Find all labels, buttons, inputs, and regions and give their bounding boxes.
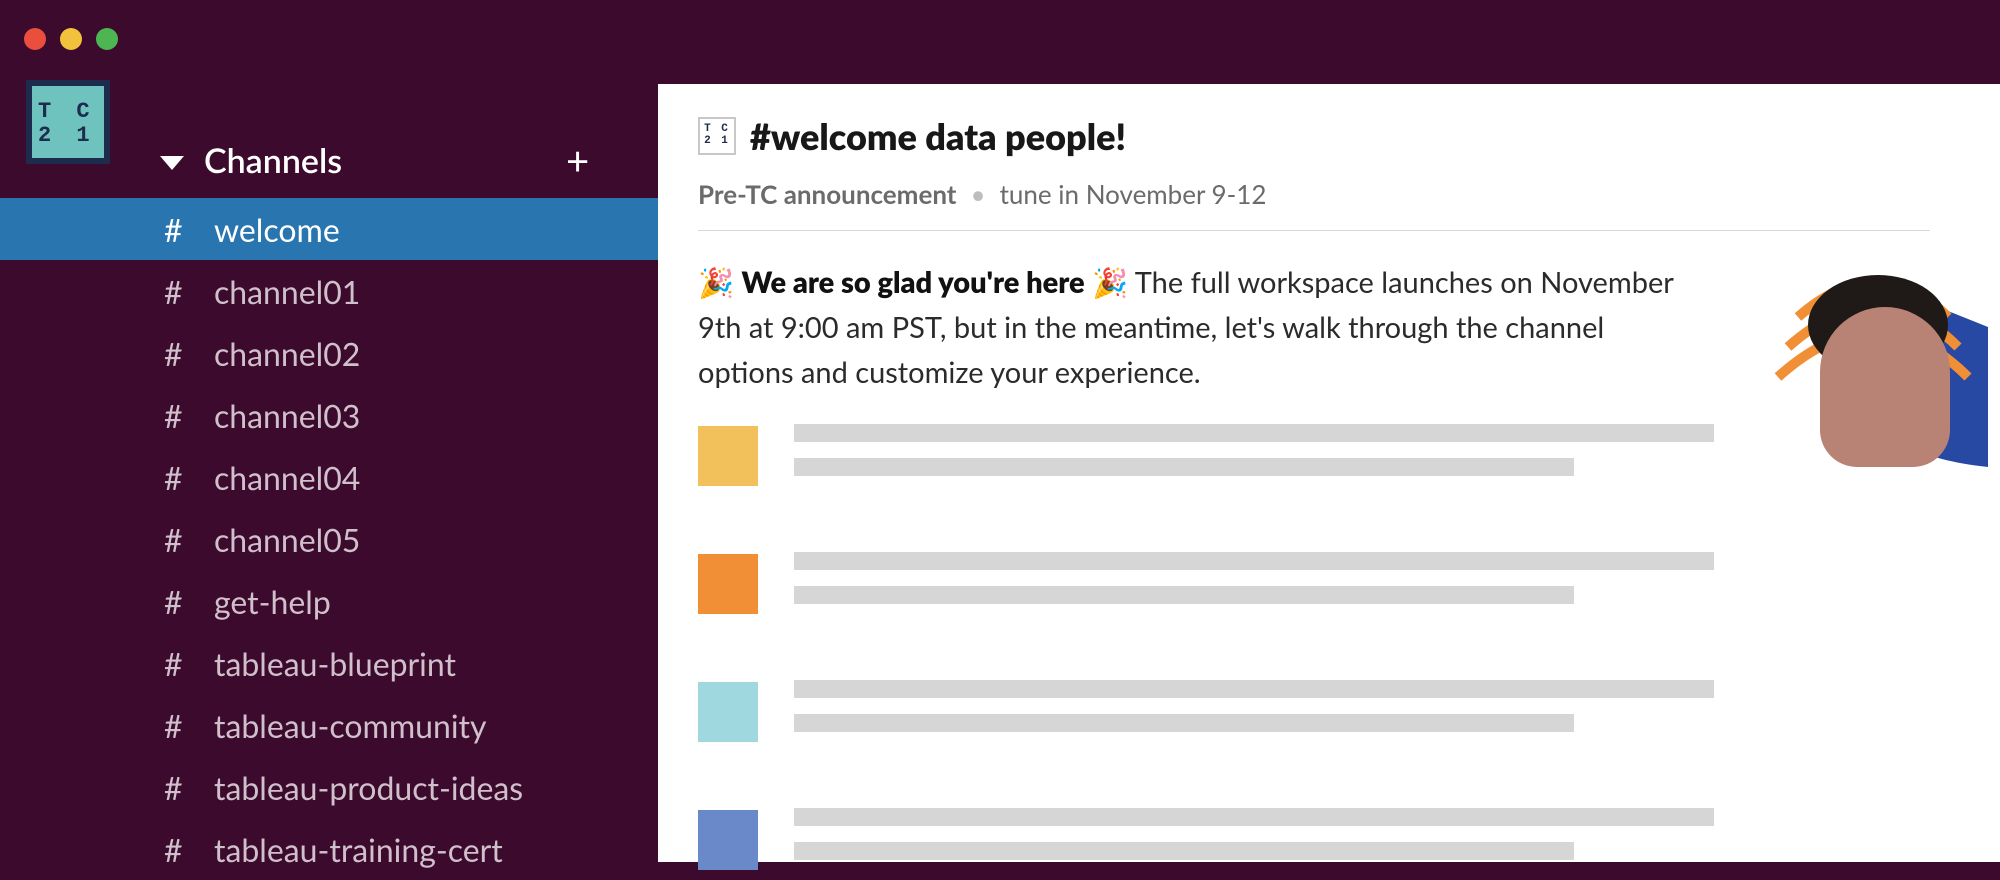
placeholder-bar <box>794 808 1714 826</box>
content-placeholder-row <box>698 680 1930 748</box>
hash-icon: # <box>164 768 214 807</box>
hash-icon: # <box>164 706 214 745</box>
channel-list: # welcome # channel01 # channel02 # chan… <box>0 198 658 880</box>
welcome-message-block: 🎉 We are so glad you're here 🎉 The full … <box>698 261 1930 876</box>
channel-title[interactable]: #welcome data people! <box>750 114 1126 158</box>
hash-icon: # <box>164 830 214 869</box>
channel-item-tableau-community[interactable]: # tableau-community <box>0 694 658 756</box>
hash-icon: # <box>164 272 214 311</box>
chevron-down-icon <box>160 156 184 170</box>
channel-label: tableau-blueprint <box>214 644 456 683</box>
channel-item-get-help[interactable]: # get-help <box>0 570 658 632</box>
main-content: T C 2 1 #welcome data people! Pre-TC ann… <box>658 84 2000 862</box>
channel-label: channel01 <box>214 272 360 311</box>
channels-section-header[interactable]: Channels <box>160 140 342 181</box>
hash-icon: # <box>164 396 214 435</box>
channel-topic[interactable]: Pre-TC announcement • tune in November 9… <box>698 178 1930 231</box>
channel-item-channel02[interactable]: # channel02 <box>0 322 658 384</box>
placeholder-bar <box>794 714 1574 732</box>
placeholder-bar <box>794 586 1574 604</box>
hash-icon: # <box>164 644 214 683</box>
content-placeholder-row <box>698 808 1930 876</box>
channel-header: T C 2 1 #welcome data people! <box>698 114 1944 158</box>
topic-secondary: tune in November 9-12 <box>1000 178 1267 210</box>
channel-item-tableau-training-cert[interactable]: # tableau-training-cert <box>0 818 658 880</box>
channel-label: welcome <box>214 210 340 249</box>
sidebar: Channels + # welcome # channel01 # chann… <box>0 0 658 862</box>
channel-item-tableau-product-ideas[interactable]: # tableau-product-ideas <box>0 756 658 818</box>
welcome-bold: We are so glad you're here <box>742 265 1085 300</box>
hash-icon: # <box>164 210 214 249</box>
placeholder-bars <box>794 552 1930 620</box>
color-swatch-icon <box>698 682 758 742</box>
channel-label: tableau-community <box>214 706 487 745</box>
channel-label: channel05 <box>214 520 360 559</box>
party-popper-emoji: 🎉 <box>698 265 734 300</box>
channel-label: tableau-product-ideas <box>214 768 523 807</box>
channel-item-channel04[interactable]: # channel04 <box>0 446 658 508</box>
welcome-text: 🎉 We are so glad you're here 🎉 The full … <box>698 261 1698 396</box>
party-popper-emoji: 🎉 <box>1092 265 1128 300</box>
color-swatch-icon <box>698 554 758 614</box>
placeholder-bars <box>794 680 1930 748</box>
placeholder-bar <box>794 842 1574 860</box>
topic-primary: Pre-TC announcement <box>698 178 956 210</box>
color-swatch-icon <box>698 810 758 870</box>
hash-icon: # <box>164 334 214 373</box>
placeholder-bar <box>794 424 1714 442</box>
channel-item-channel01[interactable]: # channel01 <box>0 260 658 322</box>
hash-icon: # <box>164 520 214 559</box>
channel-item-welcome[interactable]: # welcome <box>0 198 658 260</box>
hash-icon: # <box>164 582 214 621</box>
channel-label: tableau-training-cert <box>214 830 503 869</box>
topic-separator-icon: • <box>970 178 985 210</box>
placeholder-bar <box>794 552 1714 570</box>
placeholder-bars <box>794 424 1930 492</box>
channel-label: get-help <box>214 582 331 621</box>
channels-section-label: Channels <box>204 140 342 181</box>
placeholder-bar <box>794 458 1574 476</box>
hero-image <box>1768 267 1988 477</box>
placeholder-bar <box>794 680 1714 698</box>
channel-item-channel03[interactable]: # channel03 <box>0 384 658 446</box>
channel-avatar-icon: T C 2 1 <box>698 117 736 155</box>
channel-item-channel05[interactable]: # channel05 <box>0 508 658 570</box>
channel-item-tableau-blueprint[interactable]: # tableau-blueprint <box>0 632 658 694</box>
placeholder-bars <box>794 808 1930 876</box>
add-channel-button[interactable]: + <box>566 140 589 180</box>
color-swatch-icon <box>698 426 758 486</box>
channel-label: channel03 <box>214 396 360 435</box>
channel-label: channel02 <box>214 334 360 373</box>
hash-icon: # <box>164 458 214 497</box>
content-placeholder-row <box>698 552 1930 620</box>
content-placeholder-row <box>698 424 1930 492</box>
channel-label: channel04 <box>214 458 360 497</box>
